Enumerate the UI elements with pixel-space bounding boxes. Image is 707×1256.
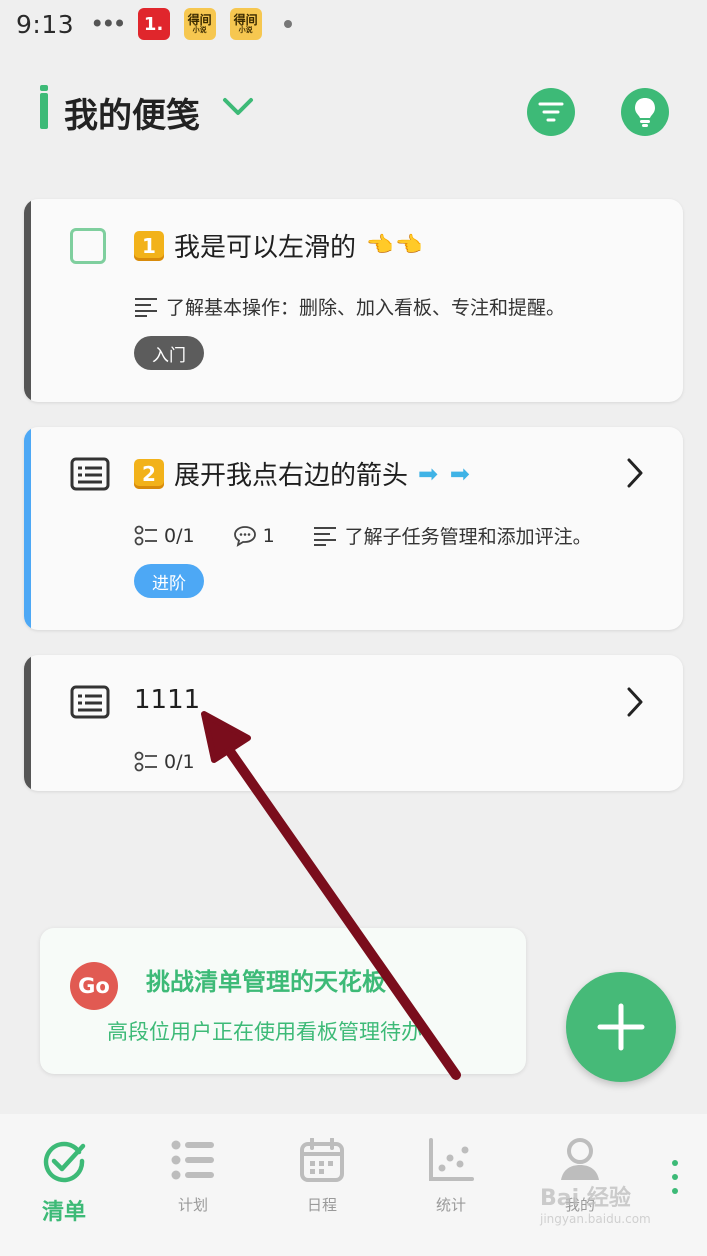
tab-stats[interactable]: 统计 [406,1138,496,1215]
check-circle-icon [43,1141,86,1183]
notification-app-icon: 得间 小说 [183,8,216,40]
lightbulb-icon [635,98,655,127]
status-more-dots: ••• [90,10,127,38]
card-accent-bar [24,427,31,630]
status-dot [283,20,292,28]
notification-app-icon: 1. [137,8,170,40]
tab-schedule[interactable]: 日程 [277,1138,367,1215]
promo-banner[interactable]: Go 挑战清单管理的天花板 高段位用户正在使用看板管理待办 [40,928,526,1074]
subtask-icon [134,525,157,545]
tab-list[interactable]: 清单 [19,1138,109,1226]
card-title: 1111 [134,685,201,715]
number-badge: 1 [134,230,164,261]
card-accent-bar [24,199,31,402]
note-card-icon [70,685,110,719]
promo-title: 挑战清单管理的天花板 [146,968,386,996]
list-icon [171,1140,214,1180]
tag-badge[interactable]: 入门 [134,336,204,370]
page-header: 我的便笺 [0,80,707,144]
card-meta-row: 了解基本操作：删除、加入看板、专注和提醒。 [134,293,565,320]
tag-badge[interactable]: 进阶 [134,564,204,598]
promo-subtitle: 高段位用户正在使用看板管理待办 [107,1020,422,1044]
card-title-row: 2 展开我点右边的箭头 ➡ ➡ [134,455,472,492]
card-title: 我是可以左滑的 [174,233,357,263]
card-description: 了解子任务管理和添加评注。 [344,526,592,548]
description-icon [135,297,157,317]
chevron-right-icon[interactable] [625,457,645,489]
status-bar: 9:13 ••• 1. 得间 小说 得间 小说 [0,0,707,48]
tab-plan[interactable]: 计划 [148,1138,238,1215]
task-card[interactable]: 1 我是可以左滑的 👈👈 了解基本操作：删除、加入看板、专注和提醒。 入门 [24,199,683,402]
right-arrow-emoji: ➡ ➡ [418,459,472,488]
calendar-icon [300,1138,344,1182]
subtask-count: 0/1 [134,751,195,773]
task-card[interactable]: 1111 0/1 [24,655,683,791]
card-description: 了解基本操作：删除、加入看板、专注和提醒。 [166,297,566,319]
comment-icon [233,525,256,547]
notification-app-icon: 得间 小说 [229,8,262,40]
user-icon [561,1138,599,1180]
filter-button[interactable] [527,88,575,136]
watermark-logo: Bai 经验 jingyan.baidu.com [540,1186,651,1226]
chevron-down-icon[interactable] [222,94,254,118]
card-meta-row: 0/1 [134,751,225,773]
comment-count: 1 [233,525,275,547]
status-time: 9:13 [16,9,75,39]
more-dots-icon[interactable] [672,1160,678,1194]
card-title: 展开我点右边的箭头 [174,461,409,491]
description-icon [313,526,336,546]
note-card-icon [70,457,110,491]
card-meta-row: 0/1 1 了解子任务管理和添加评注。 [134,522,592,549]
card-title-row: 1111 [134,685,200,715]
subtask-count: 0/1 [134,525,195,547]
add-task-button[interactable] [566,972,676,1082]
title-accent-bar [40,85,48,129]
tips-button[interactable] [621,88,669,136]
chart-icon [429,1138,474,1181]
number-badge: 2 [134,458,164,489]
bottom-tab-bar: 清单 计划 日程 统计 我的 Bai 经验 jingyan.baidu.com [0,1114,707,1256]
go-logo: Go [70,962,118,1010]
subtask-icon [134,751,157,772]
card-accent-bar [24,655,31,791]
plus-icon [597,1003,645,1051]
card-title-row: 1 我是可以左滑的 👈👈 [134,227,425,264]
task-card[interactable]: 2 展开我点右边的箭头 ➡ ➡ 0/1 1 了解子任务管理和添加评注。 进阶 [24,427,683,630]
filter-icon [538,102,564,122]
task-checkbox[interactable] [70,228,106,264]
pointing-hands-emoji: 👈👈 [366,233,425,258]
page-title[interactable]: 我的便笺 [64,88,200,137]
chevron-right-icon[interactable] [625,686,645,718]
